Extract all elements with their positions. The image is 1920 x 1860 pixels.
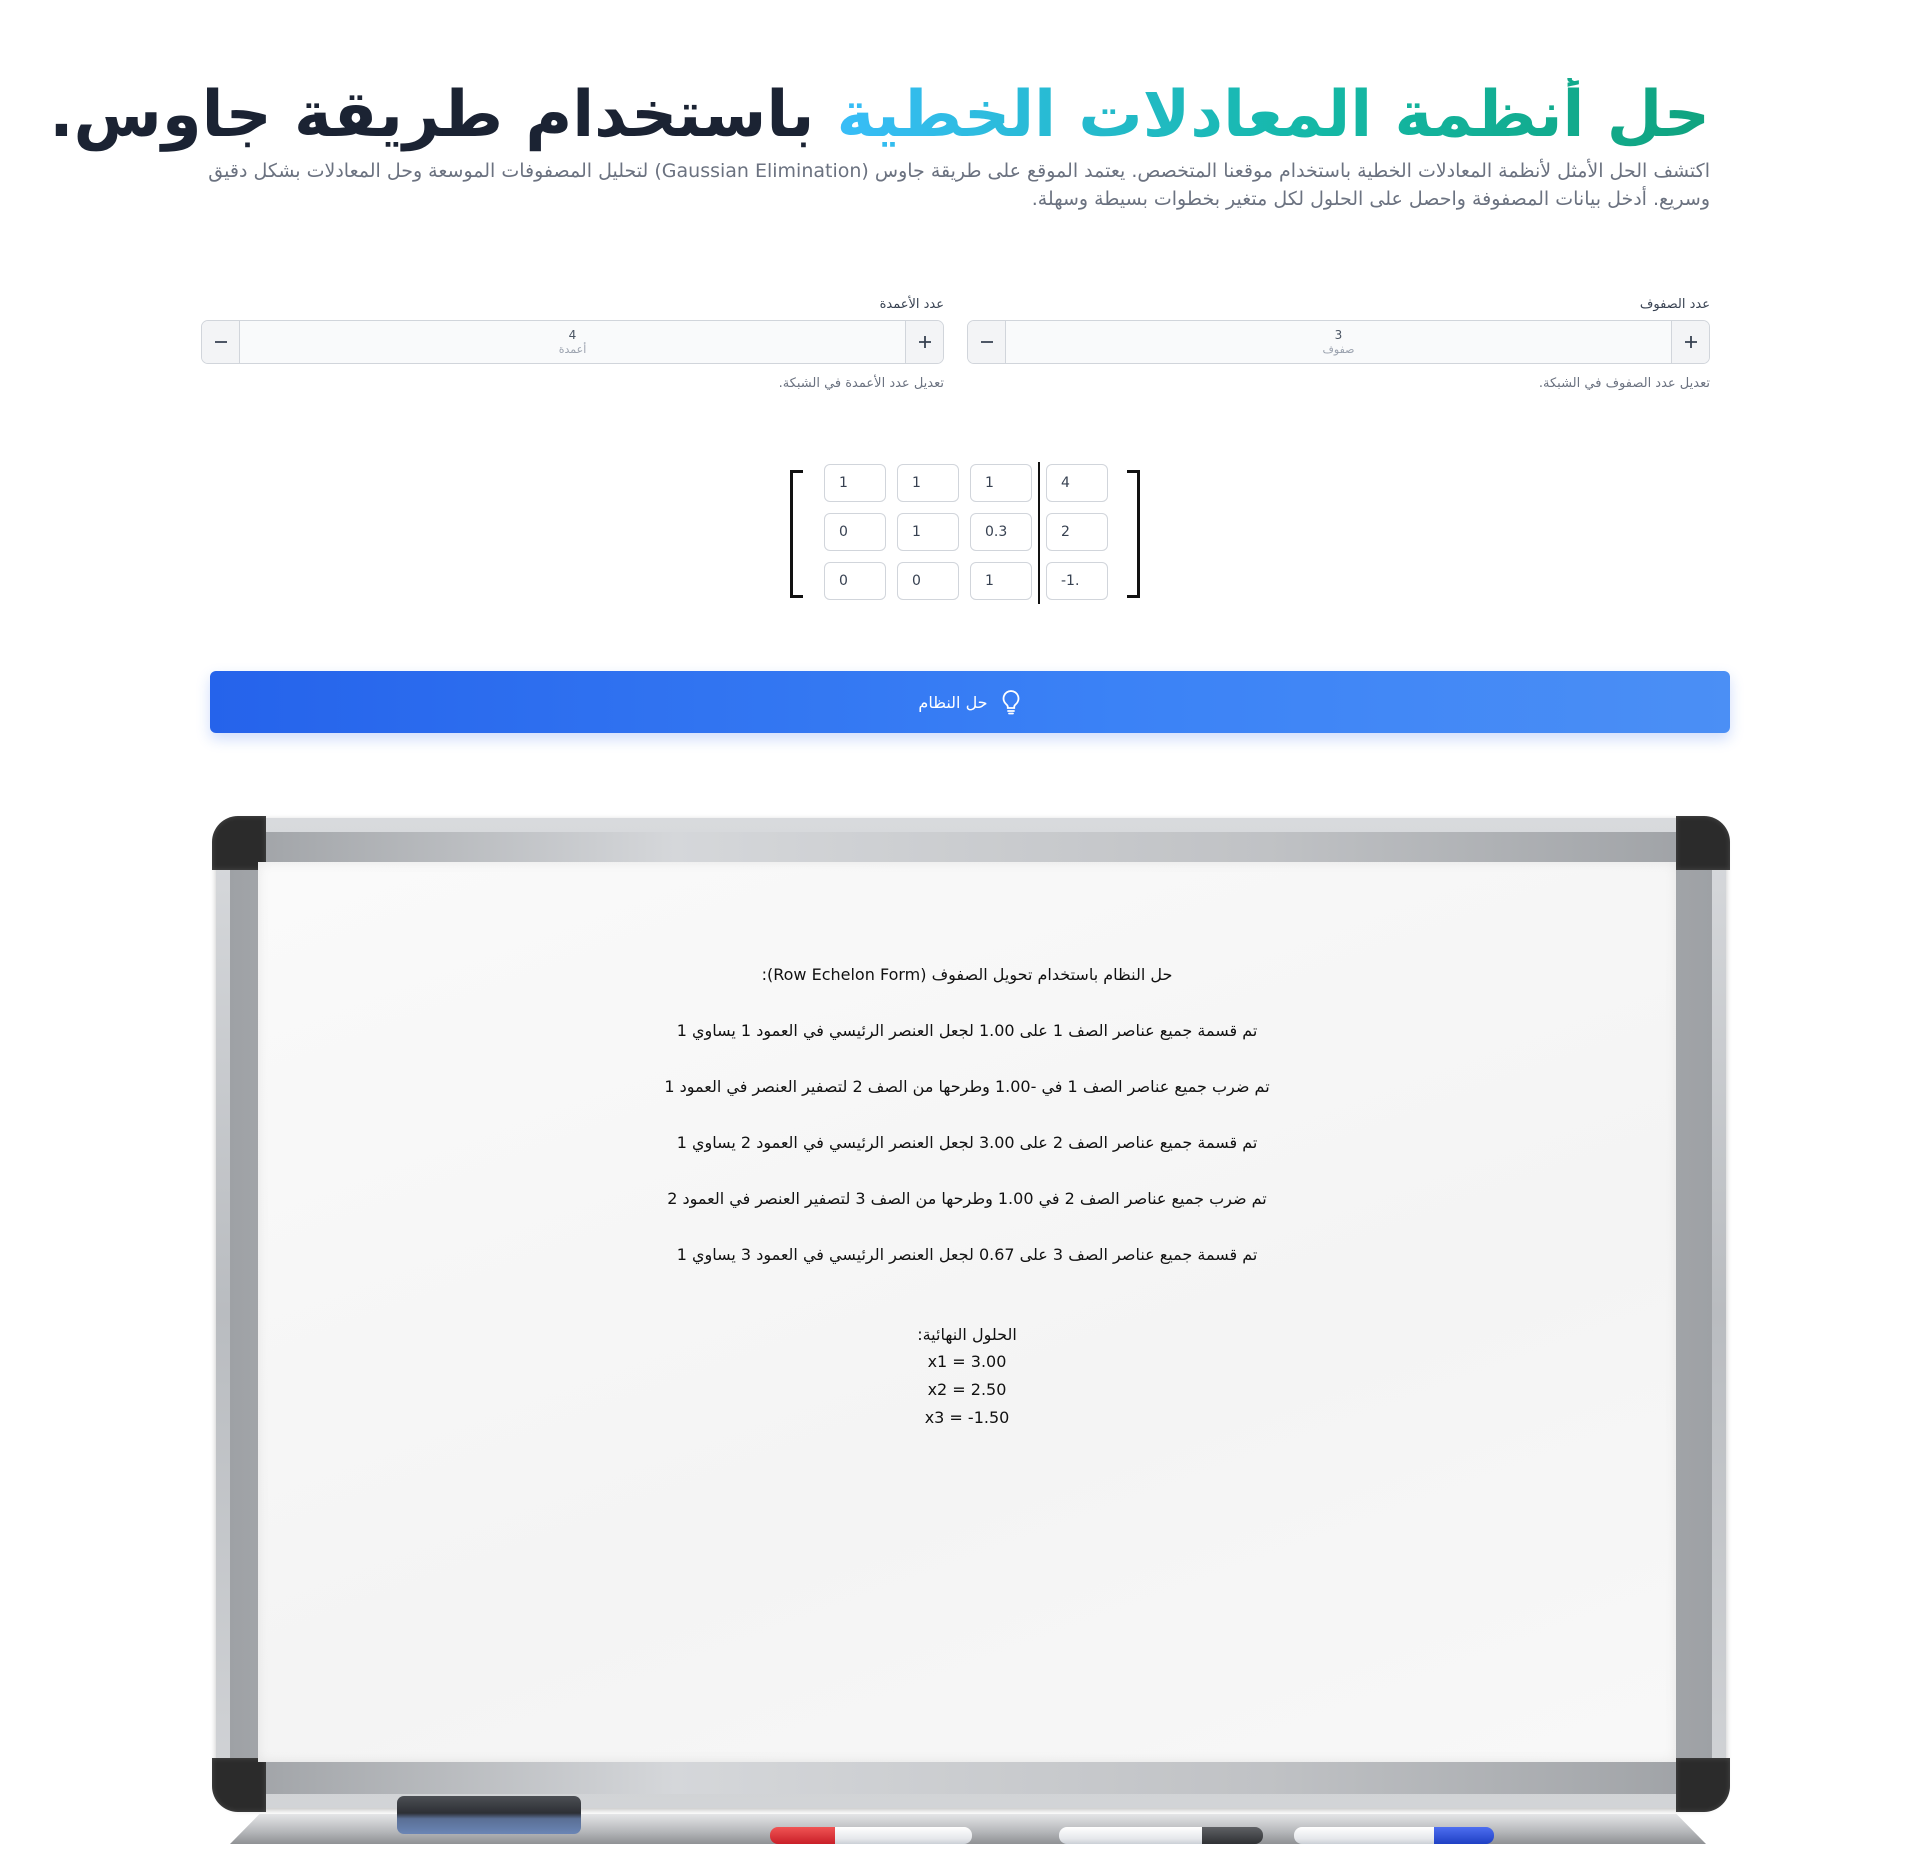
plus-icon xyxy=(918,336,931,348)
matrix-cell-r1-c1[interactable] xyxy=(824,464,886,502)
solution-step: تم ضرب جميع عناصر الصف 2 في 1.00 وطرحها … xyxy=(667,1189,1267,1208)
page-description: اكتشف الحل الأمثل لأنظمة المعادلات الخطي… xyxy=(208,160,1710,210)
matrix-cell-r3-c2[interactable] xyxy=(897,562,959,600)
cols-stepper: 4 أعمدة xyxy=(201,320,944,364)
solution-step: تم قسمة جميع عناصر الصف 3 على 0.67 لجعل … xyxy=(676,1245,1258,1264)
cols-decrement-button[interactable] xyxy=(202,321,240,363)
eraser xyxy=(397,1796,581,1834)
rows-unit: صفوف xyxy=(1322,343,1355,356)
solution-step: تم قسمة جميع عناصر الصف 1 على 1.00 لجعل … xyxy=(676,1021,1258,1040)
solution-step: تم ضرب جميع عناصر الصف 1 في -1.00 وطرحها… xyxy=(664,1077,1270,1096)
rows-stepper: 3 صفوف xyxy=(967,320,1710,364)
final-solutions-title: الحلول النهائية: xyxy=(917,1325,1017,1344)
matrix-left-bracket xyxy=(790,470,803,598)
minus-icon xyxy=(214,341,227,343)
solution-value-x2: x2 = 2.50 xyxy=(927,1380,1007,1399)
whiteboard-corner xyxy=(1676,816,1730,870)
matrix-cell-r1-c3[interactable] xyxy=(970,464,1032,502)
rows-increment-button[interactable] xyxy=(1671,321,1709,363)
cols-label: عدد الأعمدة xyxy=(879,297,944,312)
solution-heading: حل النظام باستخدام تحويل الصفوف (Row Ech… xyxy=(761,965,1173,984)
cols-unit: أعمدة xyxy=(558,343,587,356)
rows-control: عدد الصفوف 3 صفوف تعديل عدد الصفوف في ال… xyxy=(967,294,1710,391)
solve-button-label: حل النظام xyxy=(918,692,988,712)
red-marker xyxy=(770,1827,972,1844)
cols-control: عدد الأعمدة 4 أعمدة تعديل عدد الأعمدة في… xyxy=(201,294,944,391)
matrix-cell-r3-c3[interactable] xyxy=(970,562,1032,600)
cols-increment-button[interactable] xyxy=(905,321,943,363)
solution-value-x3: x3 = -1.50 xyxy=(924,1408,1010,1427)
rows-label: عدد الصفوف xyxy=(1639,297,1710,312)
solve-system-button[interactable]: حل النظام xyxy=(210,671,1730,733)
matrix-cell-r3-c1[interactable] xyxy=(824,562,886,600)
black-marker xyxy=(1059,1827,1263,1844)
matrix-cell-r2-c2[interactable] xyxy=(897,513,959,551)
page: حل أنظمة المعادلات الخطية باستخدام طريقة… xyxy=(0,0,1920,1860)
matrix-right-bracket xyxy=(1127,470,1140,598)
cols-value: 4 xyxy=(568,328,577,342)
matrix-cell-r1-c4[interactable] xyxy=(1046,464,1108,502)
page-title: حل أنظمة المعادلات الخطية باستخدام طريقة… xyxy=(49,70,1710,160)
solution-value-x1: x1 = 3.00 xyxy=(927,1352,1007,1371)
plus-icon xyxy=(1684,336,1697,348)
minus-icon xyxy=(980,341,993,343)
whiteboard-corner xyxy=(212,1758,266,1812)
cols-help-text: تعديل عدد الأعمدة في الشبكة. xyxy=(778,376,944,391)
rows-help-text: تعديل عدد الصفوف في الشبكة. xyxy=(1538,376,1710,391)
whiteboard: حل النظام باستخدام تحويل الصفوف (Row Ech… xyxy=(212,816,1730,1860)
page-title-rest: باستخدام طريقة جاوس. xyxy=(49,78,837,152)
cols-value-field[interactable]: 4 أعمدة xyxy=(240,321,905,363)
solution-step: تم قسمة جميع عناصر الصف 2 على 3.00 لجعل … xyxy=(676,1133,1258,1152)
rows-value: 3 xyxy=(1334,328,1343,342)
lightbulb-icon xyxy=(1002,690,1019,715)
matrix-cell-r3-c4[interactable] xyxy=(1046,562,1108,600)
page-title-highlight: حل أنظمة المعادلات الخطية xyxy=(836,78,1710,152)
rows-decrement-button[interactable] xyxy=(968,321,1006,363)
whiteboard-corner xyxy=(1676,1758,1730,1812)
augmented-matrix xyxy=(790,462,1140,608)
matrix-cell-r2-c4[interactable] xyxy=(1046,513,1108,551)
matrix-cell-r1-c2[interactable] xyxy=(897,464,959,502)
matrix-cell-r2-c1[interactable] xyxy=(824,513,886,551)
solution-steps: حل النظام باستخدام تحويل الصفوف (Row Ech… xyxy=(258,962,1676,1432)
blue-marker xyxy=(1294,1827,1494,1844)
augment-divider xyxy=(1038,462,1040,604)
matrix-cell-r2-c3[interactable] xyxy=(970,513,1032,551)
rows-value-field[interactable]: 3 صفوف xyxy=(1006,321,1671,363)
